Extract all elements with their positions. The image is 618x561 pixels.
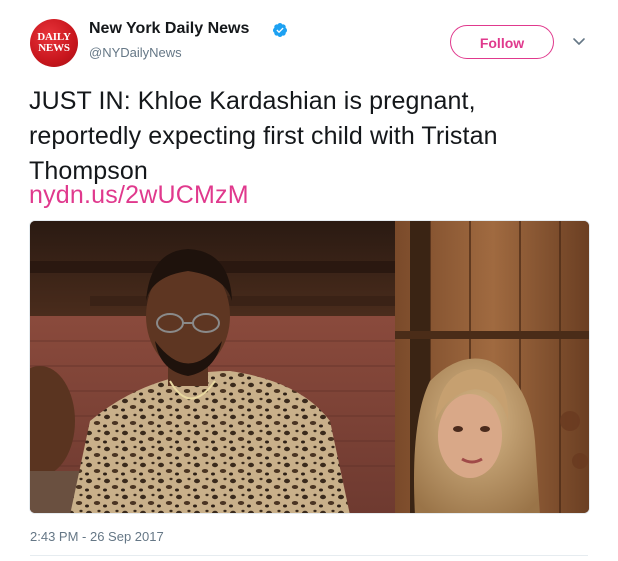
tweet-timestamp[interactable]: 2:43 PM - 26 Sep 2017: [30, 529, 164, 544]
author-display-name[interactable]: New York Daily News: [89, 20, 249, 38]
photo-illustration: [30, 221, 589, 513]
divider: [30, 555, 588, 556]
avatar-logo-line-2: NEWS: [38, 42, 70, 54]
tweet-text: JUST IN: Khloe Kardashian is pregnant, r…: [29, 84, 589, 189]
tweet-photo[interactable]: [29, 220, 590, 514]
verified-badge-icon: [272, 23, 287, 37]
avatar[interactable]: DAILY NEWS: [30, 19, 78, 67]
tweet-text-line: reportedly expecting first child with Tr…: [29, 122, 498, 150]
chevron-down-icon[interactable]: [571, 36, 587, 48]
author-handle[interactable]: @NYDailyNews: [89, 45, 182, 60]
follow-button[interactable]: Follow: [450, 25, 554, 59]
tweet-card: DAILY NEWS New York Daily News @NYDailyN…: [0, 0, 618, 561]
tweet-link[interactable]: nydn.us/2wUCMzM: [29, 178, 249, 213]
tweet-text-line: JUST IN: Khloe Kardashian is pregnant,: [29, 87, 476, 115]
